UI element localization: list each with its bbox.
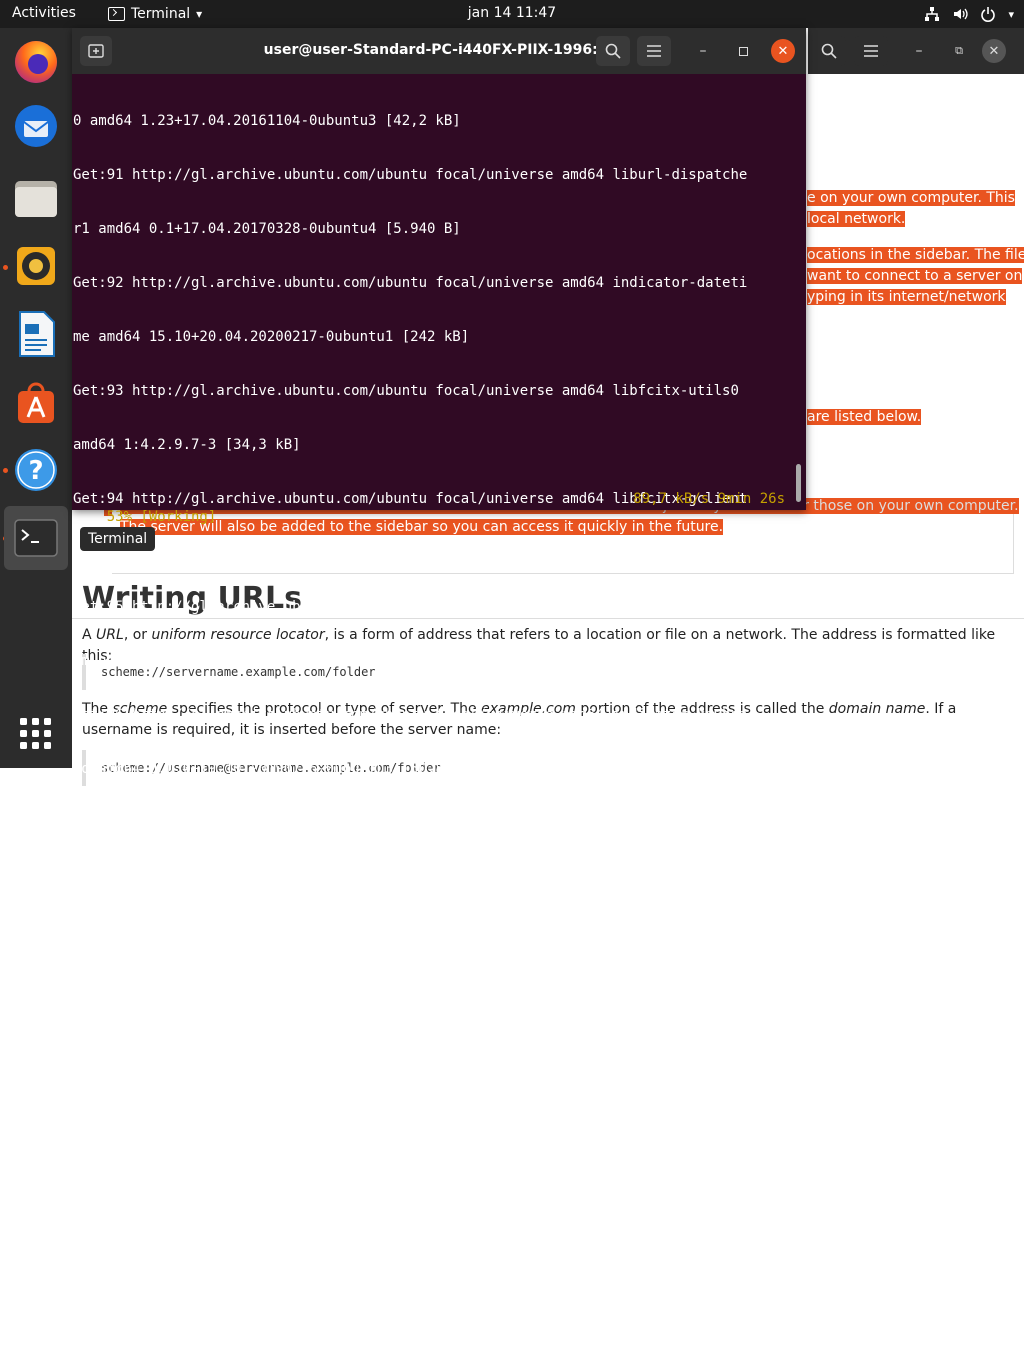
- highlighted-text: want to connect to a server on: [807, 268, 1023, 284]
- restore-icon: ⧉: [955, 44, 963, 57]
- terminal-line: r1 amd64 0.1+17.04.20170328-0ubuntu4 [5.…: [73, 221, 461, 237]
- firefox-icon: [15, 41, 57, 83]
- minimize-button[interactable]: –: [686, 36, 720, 66]
- app-menu[interactable]: Terminal ▾: [108, 3, 202, 25]
- chevron-down-icon: ▾: [196, 7, 203, 21]
- volume-icon: [954, 8, 969, 20]
- highlighted-text: are listed below.: [807, 409, 922, 425]
- minimize-button[interactable]: –: [902, 36, 936, 66]
- terminal-launcher[interactable]: [4, 506, 68, 570]
- dock-tooltip: Terminal: [80, 527, 156, 551]
- activities-button[interactable]: Activities: [12, 5, 76, 21]
- terminal-line: Get:93 http://gl.archive.ubuntu.com/ubun…: [73, 383, 739, 399]
- document-icon: [19, 311, 55, 357]
- terminal-line: aemon-schemas all 15.04.1+20.04.20200325…: [73, 1085, 571, 1101]
- svg-text:?: ?: [28, 456, 43, 486]
- terminal-icon: [108, 7, 125, 21]
- power-icon: [981, 7, 996, 22]
- terminal-line: Get:98 http://gl.archive.ubuntu.com/ubun…: [73, 923, 739, 939]
- maximize-icon: [738, 46, 748, 56]
- search-icon: [605, 43, 621, 59]
- show-applications-button[interactable]: [4, 702, 68, 766]
- thunderbird-launcher[interactable]: [4, 94, 68, 158]
- dock: ?: [0, 28, 72, 768]
- highlighted-text: ocations in the sidebar. The file: [807, 247, 1024, 263]
- app-grid-icon: [20, 718, 51, 749]
- highlighted-text: local network.: [807, 211, 906, 227]
- terminal-line: Get:96 http://gl.archive.ubuntu.com/ubun…: [73, 707, 748, 723]
- help-icon: ?: [15, 449, 57, 491]
- help-window-header: – ⧉ ✕: [808, 28, 1024, 74]
- thunderbird-icon: [15, 105, 57, 147]
- terminal-line: amd64 12.10.6+17.10.20170829.1-0ubuntu5 …: [73, 977, 478, 993]
- terminal-header: user@user-Standard-PC-i440FX-PIIX-1996: …: [72, 28, 806, 74]
- network-icon: [925, 7, 940, 21]
- new-tab-button[interactable]: [80, 36, 112, 66]
- minimize-icon: –: [915, 43, 923, 59]
- menu-button[interactable]: [637, 36, 671, 66]
- terminal-output[interactable]: 0 amd64 1.23+17.04.20161104-0ubuntu3 [42…: [73, 76, 795, 1354]
- hamburger-icon: [864, 45, 878, 57]
- terminal-line: 64 20.1.1+ds1-1 [111 kB]: [73, 1301, 276, 1317]
- scrollbar[interactable]: [796, 464, 801, 502]
- new-tab-icon: [88, 44, 104, 58]
- folder-icon: [15, 181, 57, 217]
- terminal-line: on amd64 17.3.20+19.10.20190921-0ubuntu1…: [73, 1193, 487, 1209]
- highlighted-text: yping in its internet/network: [807, 289, 1006, 305]
- terminal-line: Get:100 http://gl.archive.ubuntu.com/ubu…: [73, 1139, 748, 1155]
- close-button[interactable]: ✕: [771, 39, 795, 63]
- minimize-icon: –: [699, 43, 707, 59]
- progress-status: 53% [Working]: [106, 509, 217, 525]
- highlighted-text: e on your own computer. This: [807, 190, 1015, 206]
- restore-button[interactable]: ⧉: [942, 36, 976, 66]
- terminal-line: Get:92 http://gl.archive.ubuntu.com/ubun…: [73, 275, 748, 291]
- speaker-icon: [17, 247, 55, 285]
- files-launcher[interactable]: [4, 166, 68, 230]
- hamburger-icon: [647, 45, 661, 57]
- maximize-button[interactable]: [726, 36, 760, 66]
- terminal-line: Get:91 http://gl.archive.ubuntu.com/ubun…: [73, 167, 748, 183]
- terminal-line: me amd64 15.10+20.04.20200217-0ubuntu1 […: [73, 329, 470, 345]
- terminal-window[interactable]: user@user-Standard-PC-i440FX-PIIX-1996: …: [72, 28, 806, 1317]
- terminal-line: dm-gobject-1-0 amd64 1.30.0-0ubuntu4~20.…: [73, 653, 529, 669]
- apt-status-line: 53% [Working] 89,7 kB/s 9min 26s: [73, 490, 785, 562]
- close-button[interactable]: ✕: [982, 39, 1006, 63]
- writer-launcher[interactable]: [4, 302, 68, 366]
- close-icon: ✕: [777, 43, 789, 59]
- terminal-line: rd amd64 0.0.0+19.10.20190716-0ubuntu3 […: [73, 761, 478, 777]
- menu-button[interactable]: [854, 36, 888, 66]
- close-icon: ✕: [988, 43, 1000, 59]
- terminal-icon: [14, 519, 58, 557]
- terminal-line: Get:101 http://gl.archive.ubuntu.com/ubu…: [73, 1247, 748, 1263]
- terminal-line: Get:99 http://gl.archive.ubuntu.com/ubun…: [73, 1031, 748, 1047]
- search-icon: [821, 43, 837, 59]
- download-speed: 89,7 kB/s 9min 26s: [633, 491, 785, 507]
- firefox-launcher[interactable]: [4, 30, 68, 94]
- search-button[interactable]: [812, 36, 846, 66]
- chevron-down-icon: ▾: [1008, 7, 1014, 21]
- help-launcher[interactable]: ?: [4, 438, 68, 502]
- top-bar: Activities Terminal ▾ jan 14 11:47 ▾: [0, 0, 1024, 28]
- terminal-line: es amd64 13.10.1+18.10.20180918-0ubuntu2…: [73, 869, 495, 885]
- terminal-line: Get:95 http://gl.archive.ubuntu.com/ubun…: [73, 599, 748, 615]
- app-menu-label: Terminal: [131, 6, 191, 22]
- terminal-line: 0 amd64 1.23+17.04.20161104-0ubuntu3 [42…: [73, 113, 461, 129]
- terminal-line: Get:97 http://gl.archive.ubuntu.com/ubun…: [73, 815, 748, 831]
- clock[interactable]: jan 14 11:47: [468, 5, 556, 21]
- system-tray[interactable]: ▾: [924, 3, 1014, 25]
- terminal-line: amd64 1:4.2.9.7-3 [34,3 kB]: [73, 437, 301, 453]
- software-launcher[interactable]: [4, 370, 68, 434]
- search-button[interactable]: [596, 36, 630, 66]
- rhythmbox-launcher[interactable]: [4, 234, 68, 298]
- software-store-icon: [18, 382, 54, 423]
